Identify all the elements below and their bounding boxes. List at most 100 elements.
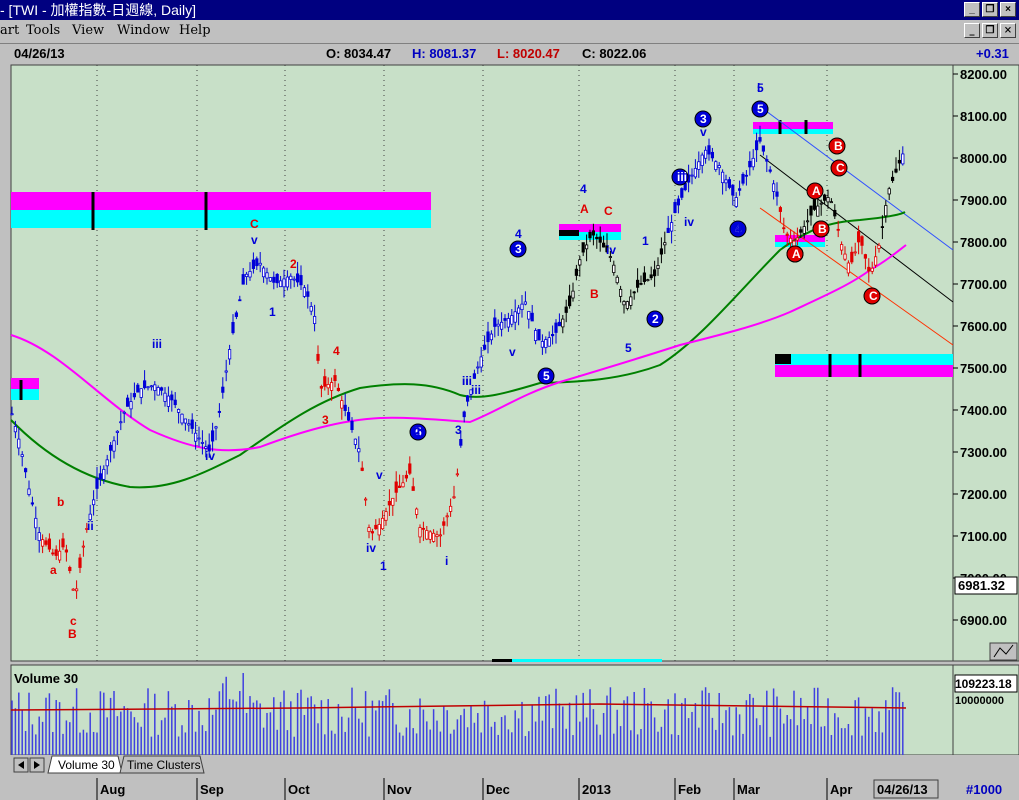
candle-body bbox=[748, 160, 752, 168]
current-date-label: 04/26/13 bbox=[877, 782, 928, 797]
candle-body bbox=[479, 356, 483, 368]
restore-button[interactable]: ❐ bbox=[982, 2, 998, 17]
menu-bar: art Tools View Window Help _ ❐ × bbox=[0, 20, 1019, 42]
candle-body bbox=[755, 140, 759, 151]
menu-view[interactable]: View bbox=[72, 20, 104, 42]
candle-body bbox=[333, 375, 337, 382]
candle-body bbox=[459, 438, 463, 446]
candle-body bbox=[789, 237, 793, 244]
candle-body bbox=[360, 467, 364, 471]
candle-body bbox=[540, 341, 545, 348]
candle-body bbox=[363, 498, 368, 501]
candle-body bbox=[697, 161, 701, 170]
candle-body bbox=[486, 331, 490, 343]
candle-body bbox=[98, 473, 102, 480]
wave-label: iii bbox=[677, 170, 687, 184]
candle-body bbox=[109, 444, 113, 451]
candle-body bbox=[319, 386, 324, 389]
candle-body bbox=[602, 242, 606, 248]
time-axis-label: Nov bbox=[387, 782, 412, 797]
candle-body bbox=[867, 266, 871, 272]
mdi-close-button[interactable]: × bbox=[1000, 23, 1016, 38]
candle-body bbox=[812, 199, 817, 210]
candle-body bbox=[27, 488, 31, 495]
candle-body bbox=[666, 227, 670, 233]
candle-body bbox=[734, 197, 738, 207]
candle-body bbox=[102, 468, 106, 480]
minimize-button[interactable]: _ bbox=[964, 2, 980, 17]
candle-body bbox=[829, 201, 834, 204]
info-low: L: 8020.47 bbox=[497, 46, 560, 61]
candle-body bbox=[649, 274, 653, 279]
candle-body bbox=[445, 515, 449, 518]
candle-body bbox=[299, 275, 303, 286]
current-price-label: 6981.32 bbox=[958, 578, 1005, 593]
menu-help[interactable]: Help bbox=[179, 20, 211, 42]
menu-tools[interactable]: Tools bbox=[26, 20, 60, 42]
candle-body bbox=[323, 376, 327, 387]
candle-body bbox=[452, 496, 456, 499]
candle-body bbox=[860, 236, 864, 246]
candle-body bbox=[619, 288, 623, 297]
candle-body bbox=[802, 226, 806, 234]
mdi-restore-button[interactable]: ❐ bbox=[982, 23, 998, 38]
candle-body bbox=[105, 459, 109, 467]
close-button[interactable]: × bbox=[1000, 2, 1016, 17]
candle-body bbox=[615, 276, 619, 284]
candle-body bbox=[41, 539, 45, 547]
wave-label: 2 bbox=[290, 257, 297, 271]
candle-body bbox=[23, 468, 28, 473]
wave-label: iv bbox=[205, 449, 215, 463]
candle-body bbox=[193, 432, 198, 442]
candle-body bbox=[476, 366, 480, 369]
candle-body bbox=[68, 566, 72, 572]
candle-body bbox=[710, 151, 715, 159]
candle-body bbox=[346, 412, 351, 421]
menu-chart[interactable]: art bbox=[0, 20, 19, 42]
candle-body bbox=[343, 404, 347, 411]
chart-area[interactable]: 8200.00 8100.00 8000.00 7900.00 7800.00 7700.… bbox=[0, 63, 1019, 800]
candle-body bbox=[34, 517, 38, 529]
candle-body bbox=[659, 248, 664, 255]
candle-body bbox=[139, 388, 143, 398]
candle-body bbox=[122, 411, 126, 414]
candle-body bbox=[224, 370, 228, 373]
candle-body bbox=[238, 299, 242, 302]
candle-body bbox=[721, 171, 725, 184]
candle-body bbox=[724, 179, 728, 184]
candle-body bbox=[778, 207, 783, 212]
candle-body bbox=[663, 242, 667, 246]
menu-window[interactable]: Window bbox=[117, 20, 170, 42]
candle-body bbox=[836, 228, 840, 231]
candle-body bbox=[425, 530, 429, 540]
candle-body bbox=[149, 385, 153, 388]
candle-body bbox=[653, 269, 657, 277]
wave-label: 3 bbox=[700, 112, 707, 126]
candle-body bbox=[517, 307, 521, 314]
candle-body bbox=[585, 244, 589, 250]
candle-body bbox=[387, 500, 392, 506]
wave-label: iii bbox=[152, 337, 162, 351]
candle-body bbox=[863, 254, 868, 259]
candle-body bbox=[639, 283, 643, 285]
wave-label: v bbox=[509, 345, 516, 359]
candle-body bbox=[646, 279, 650, 282]
candle-body bbox=[51, 552, 55, 555]
candle-body bbox=[782, 227, 786, 230]
candle-body bbox=[248, 270, 252, 278]
candle-body bbox=[513, 311, 517, 323]
mdi-minimize-button[interactable]: _ bbox=[964, 23, 980, 38]
info-date: 04/26/13 bbox=[14, 46, 65, 61]
candle-body bbox=[190, 419, 194, 429]
candle-body bbox=[877, 244, 881, 249]
wave-label: 5 bbox=[625, 341, 632, 355]
candle-body bbox=[448, 505, 453, 512]
candle-body bbox=[857, 231, 861, 243]
candle-body bbox=[115, 430, 119, 433]
candle-body bbox=[58, 550, 62, 561]
wave-label: C bbox=[250, 217, 259, 231]
candle-body bbox=[744, 174, 749, 177]
candle-body bbox=[37, 532, 41, 542]
candle-body bbox=[92, 499, 96, 506]
candle-body bbox=[765, 159, 769, 162]
